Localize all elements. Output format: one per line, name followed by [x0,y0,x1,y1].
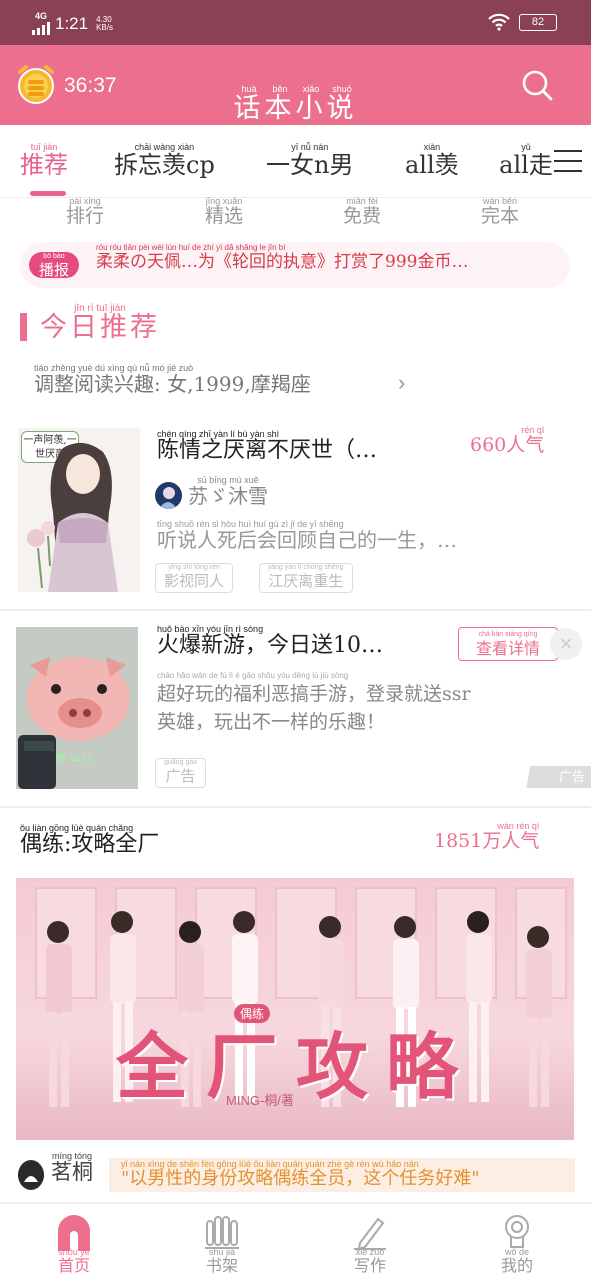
battery-indicator: 82 [519,13,557,31]
ad-cover-caption: 嘿 Siri [56,754,93,764]
ad-label: 广告 [516,766,591,788]
bottom-navigation: shǒu yè 首页 shū jià 书架 xiě zuò 写作 wǒ de 我的 [0,1202,591,1280]
nav-write[interactable]: xiě zuò 写作 [310,1204,430,1282]
featured-popularity: wàn rén qì 1851万人气 [434,821,540,852]
banner-author: MING-桐/著 [226,1093,294,1108]
book-cover[interactable]: 一声阿羡,一世厌离 [18,428,140,592]
featured-quote: yǐ nán xìng de shēn fèn gōng lüè ǒu liàn… [109,1158,575,1192]
nav-bookshelf[interactable]: shū jià 书架 [162,1204,282,1282]
network-speed: 4.30 KB/s [96,14,113,32]
network-type: 4G [32,12,50,35]
banner-logo-text: 全厂攻略 [116,1024,477,1109]
app-title: huà 话 běn 本 xiǎo 小 shuō 说 [233,84,358,124]
nav-home[interactable]: shǒu yè 首页 [14,1204,134,1282]
book-description: tīng shuō rén sǐ hòu huì huí gù zì jǐ de… [157,519,457,552]
status-bar: 4G 1:21 4.30 KB/s 82 [0,0,591,45]
subnav-completed[interactable]: wán běn 完本 [481,197,519,226]
ad-cover[interactable]: 嘿 Siri [16,627,138,789]
home-icon [58,1215,90,1251]
pen-icon [354,1217,386,1251]
chevron-right-icon[interactable]: › [398,370,405,396]
featured-author: míng tóng 茗桐 [51,1151,93,1184]
nav-label: shǒu yè 首页 [57,1247,90,1275]
book-title[interactable]: chén qíng zhī yàn lí bù yàn shì 陈情之厌离不厌世（… [157,430,377,462]
tab-all-xian[interactable]: xiàn all羡 [405,143,459,178]
nav-label: shū jià 书架 [205,1247,238,1275]
tab-recommend[interactable]: tuī jiàn 推荐 [20,143,68,178]
section-title: jīn rì tuī jiàn 今日推荐 [40,303,160,343]
book-author: sū bīng mù xuě 苏ゞ沐雪 [188,475,268,508]
nav-label: xiě zuò 写作 [353,1247,386,1275]
status-right: 82 [487,13,557,31]
broadcast-badge: bō bào 播报 [29,252,79,278]
nav-label: wǒ de 我的 [500,1247,533,1275]
reading-preference-link[interactable]: tiáo zhěng yuè dú xìng qù nǚ mó jié zuò 调… [34,364,311,395]
bookshelf-icon [205,1216,239,1249]
book-tag: yǐng shì tóng rén 影视同人 [155,563,234,593]
cover-illustration [27,442,118,592]
signal-icon [32,21,50,35]
book-tag: jiāng yàn lí chóng shēng 江厌离重生 [259,563,353,593]
active-tab-indicator [30,191,66,196]
menu-icon[interactable] [554,150,582,174]
profile-icon [505,1215,529,1248]
status-time: 1:21 [55,13,89,33]
category-tabs: tuī jiàn 推荐 chāi wàng xiàn 拆忘羡cp yī nǚ nán… [0,125,591,198]
popularity-count: rén qì 660人气 [470,425,545,456]
nav-profile[interactable]: wǒ de 我的 [457,1204,577,1282]
divider [0,806,591,808]
search-icon[interactable] [520,68,554,102]
app-header: 36:37 huà 话 běn 本 xiǎo 小 shuō 说 [0,45,591,125]
ad-title[interactable]: huǒ bào xīn yóu jīn rì sòng 火爆新游，今日送10… [157,625,383,657]
ad-description: chāo hǎo wán de fú lì è gǎo shǒu yóu dēn… [157,671,471,734]
tab-one-girl-n-boys[interactable]: yī nǚ nán 一女n男 [266,143,353,178]
broadcast-text: róu róu tiān pèi wéi lún huí de zhí yì d… [96,243,469,272]
divider [0,609,591,611]
close-icon[interactable]: × [550,628,582,660]
featured-title[interactable]: ǒu liàn gōng lüè quán chǎng 偶练:攻略全厂 [20,824,159,856]
avatar [155,482,182,509]
tab-all-zou[interactable]: yǔ all走 [500,143,552,177]
status-left: 4G 1:21 4.30 KB/s [32,12,113,35]
featured-banner[interactable]: 偶练 全厂攻略 MING-桐/著 [16,878,574,1140]
wifi-icon [488,13,510,31]
section-marker [20,313,27,341]
broadcast-notice[interactable]: bō bào 播报 róu róu tiān pèi wéi lún huí de… [20,242,570,288]
avatar [18,1160,44,1190]
pig-illustration [16,627,138,789]
tab-chai-wang-xian-cp[interactable]: chāi wàng xiàn 拆忘羡cp [114,143,215,178]
view-details-button[interactable]: chá kàn xiáng qíng 查看详情 [458,627,558,661]
subnav-featured[interactable]: jīng xuǎn 精选 [205,197,243,226]
subnav-ranking[interactable]: pái xíng 排行 [66,197,104,226]
ad-tag: guǎng gào 广告 [155,758,207,788]
subnav-free[interactable]: miǎn fèi 免费 [343,197,381,226]
